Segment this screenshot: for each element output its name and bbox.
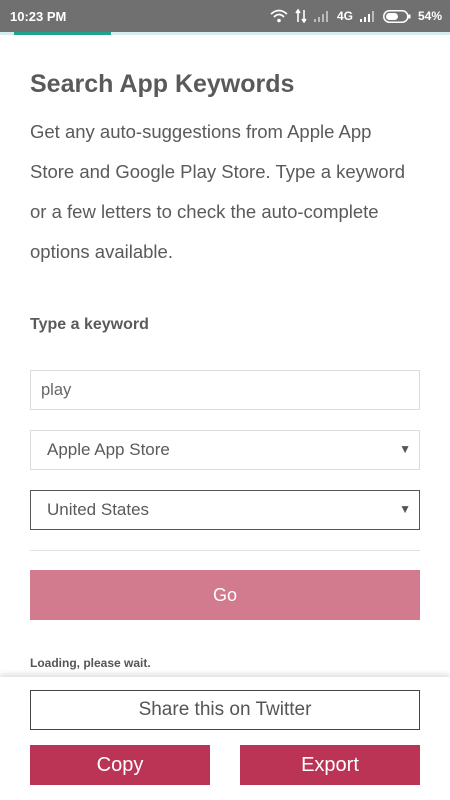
copy-button[interactable]: Copy (30, 745, 210, 785)
battery-level: 54% (417, 9, 442, 23)
keyword-input[interactable] (30, 370, 420, 410)
form-divider (30, 550, 420, 551)
signal-icon (359, 10, 376, 22)
signal-weak-icon (313, 10, 330, 22)
go-button[interactable]: Go (30, 570, 420, 620)
store-select-value: Apple App Store (47, 440, 170, 459)
data-transfer-icon (295, 9, 307, 23)
country-select[interactable]: United States ▼ (30, 490, 420, 530)
network-type: 4G (336, 9, 353, 23)
status-time: 10:23 PM (10, 8, 67, 24)
page-description: Get any auto-suggestions from Apple App … (30, 121, 406, 262)
bottom-action-panel: Share this on Twitter Copy Export (0, 677, 450, 800)
page-progress-indicator (14, 32, 111, 35)
chevron-down-icon: ▼ (399, 442, 411, 456)
wifi-icon (270, 9, 288, 23)
keyword-label: Type a keyword (30, 316, 149, 333)
loading-status: Loading, please wait. (30, 656, 151, 670)
chevron-down-icon: ▼ (399, 502, 411, 516)
store-select[interactable]: Apple App Store ▼ (30, 430, 420, 470)
status-icons: 4G 54% (270, 9, 442, 23)
country-select-value: United States (47, 500, 150, 519)
export-button[interactable]: Export (240, 745, 420, 785)
status-bar: 10:23 PM 4G 54% (0, 0, 450, 32)
battery-icon (383, 9, 411, 23)
page-title: Search App Keywords (30, 70, 295, 98)
share-twitter-button[interactable]: Share this on Twitter (30, 690, 420, 730)
